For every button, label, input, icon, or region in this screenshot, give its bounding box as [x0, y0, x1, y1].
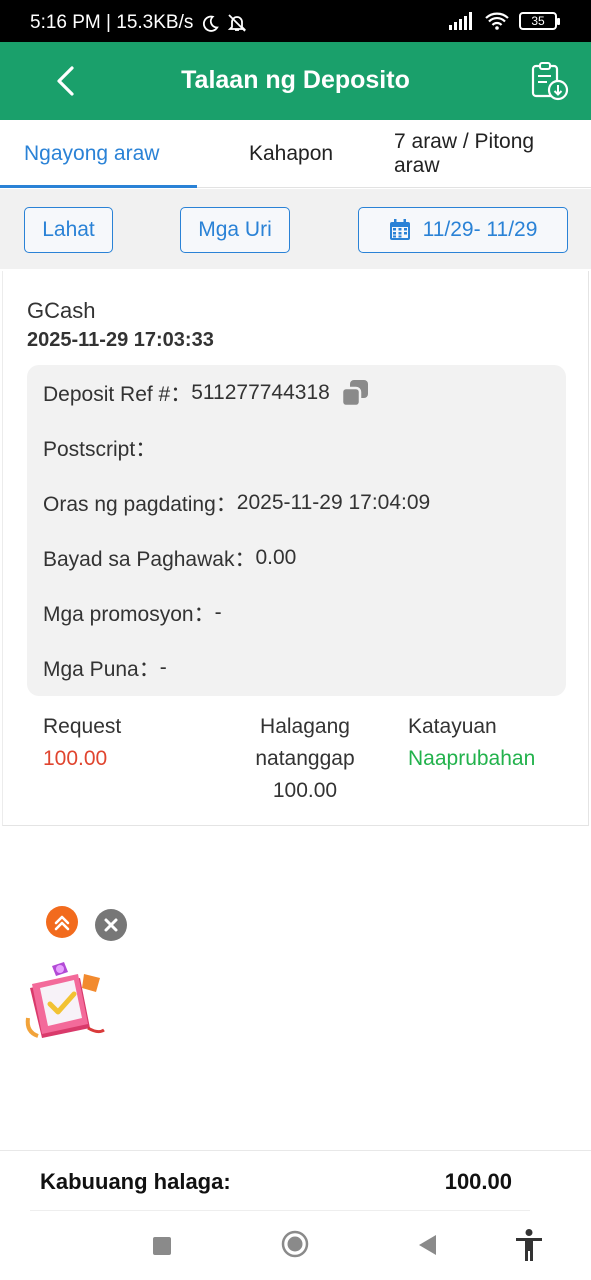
gift-checklist-icon: [25, 962, 105, 1038]
date-range-label: 11/29- 11/29: [422, 218, 538, 241]
recent-apps-button[interactable]: [152, 1236, 172, 1261]
detail-label: Bayad sa Paghawak：: [43, 548, 256, 571]
detail-label: Deposit Ref #：: [43, 383, 192, 406]
app-header: Talaan ng Deposito: [0, 42, 591, 120]
filter-bar: Lahat Mga Uri 11/29- 11/29: [0, 189, 591, 269]
detail-label: Oras ng pagdating：: [43, 493, 237, 516]
date-tabs: Ngayong araw Kahapon 7 araw / Pitong ara…: [0, 120, 591, 188]
detail-row-remarks: Mga Puna： -: [43, 653, 167, 683]
deposit-ref-value: 511277744318: [191, 381, 330, 404]
request-summary: Request 100.00: [43, 711, 121, 775]
detail-row-arrival: Oras ng pagdating： 2025-11-29 17:04:09: [43, 488, 430, 518]
export-records-button[interactable]: [529, 60, 569, 102]
copy-icon[interactable]: [340, 378, 370, 408]
accessibility-icon: [516, 1229, 542, 1261]
active-tab-indicator: [0, 185, 197, 188]
detail-label: Mga Puna：: [43, 658, 160, 681]
copy-icon-glyph: [340, 380, 368, 408]
request-label: Request: [43, 715, 122, 738]
received-amount: 100.00: [272, 779, 338, 802]
clipboard-download-icon: [531, 62, 569, 101]
record-datetime: 2025-11-29 17:03:33: [27, 329, 214, 351]
detail-row-promotions: Mga promosyon： -: [43, 598, 222, 628]
filter-all-button[interactable]: Lahat: [24, 207, 113, 253]
wifi-icon: [485, 12, 509, 30]
nav-back-button[interactable]: [416, 1233, 438, 1262]
detail-row-fee: Bayad sa Paghawak： 0.00: [43, 543, 296, 573]
deposit-record-card: GCash 2025-11-29 17:03:33 Deposit Ref #：…: [2, 271, 589, 826]
calendar-icon: [389, 219, 410, 240]
received-label-line1: Halagang: [260, 715, 350, 738]
detail-value: -: [159, 656, 167, 679]
battery-icon: 35: [519, 12, 560, 30]
payment-channel: GCash: [27, 298, 96, 323]
total-bar: Kabuuang halaga: 100.00: [0, 1150, 591, 1212]
record-details-panel: Deposit Ref #： 511277744318 Postscript： …: [27, 365, 566, 696]
detail-value: 2025-11-29 17:04:09: [236, 491, 431, 514]
status-summary: Katayuan Naaprubahan: [408, 711, 535, 775]
square-icon: [153, 1237, 171, 1255]
triangle-back-icon: [419, 1235, 436, 1255]
status-bar: 5:16 PM | 15.3KB/s 35: [0, 0, 591, 42]
promo-widget[interactable]: [22, 958, 108, 1044]
received-label-line2: natanggap: [255, 747, 355, 770]
status-label: Katayuan: [408, 715, 497, 738]
moon-icon: [203, 15, 220, 32]
tab-today[interactable]: Ngayong araw: [24, 120, 159, 188]
page-title: Talaan ng Deposito: [181, 66, 410, 94]
request-amount: 100.00: [43, 747, 108, 770]
detail-value: 0.00: [255, 546, 297, 569]
bell-off-icon: [228, 14, 247, 32]
received-summary: Halagang natanggap 100.00: [235, 711, 375, 807]
status-value: Naaprubahan: [408, 747, 536, 770]
total-amount: 100.00: [444, 1169, 512, 1194]
close-promo-button[interactable]: [95, 909, 127, 941]
detail-value: -: [214, 601, 222, 624]
detail-row-postscript: Postscript：: [43, 433, 156, 463]
tab-seven-days[interactable]: 7 araw / Pitong araw: [394, 120, 574, 188]
detail-label: Mga promosyon：: [43, 603, 215, 626]
accessibility-button[interactable]: [514, 1228, 544, 1267]
divider: [30, 1210, 530, 1211]
home-circle-icon: [281, 1230, 309, 1258]
battery-level: 35: [531, 14, 545, 28]
total-label: Kabuuang halaga:: [40, 1169, 231, 1194]
double-chevron-up-icon: [54, 915, 70, 931]
detail-row-ref: Deposit Ref #： 511277744318: [43, 378, 370, 408]
close-icon: [104, 918, 118, 932]
system-nav-bar: [0, 1212, 591, 1280]
home-button[interactable]: [281, 1230, 309, 1263]
scroll-top-button[interactable]: [46, 906, 78, 938]
detail-label: Postscript：: [43, 438, 157, 461]
signal-icon: [449, 12, 472, 30]
date-range-button[interactable]: 11/29- 11/29: [358, 207, 568, 253]
tab-yesterday[interactable]: Kahapon: [249, 120, 333, 188]
status-time-speed: 5:16 PM | 15.3KB/s: [30, 12, 194, 33]
filter-types-button[interactable]: Mga Uri: [180, 207, 290, 253]
